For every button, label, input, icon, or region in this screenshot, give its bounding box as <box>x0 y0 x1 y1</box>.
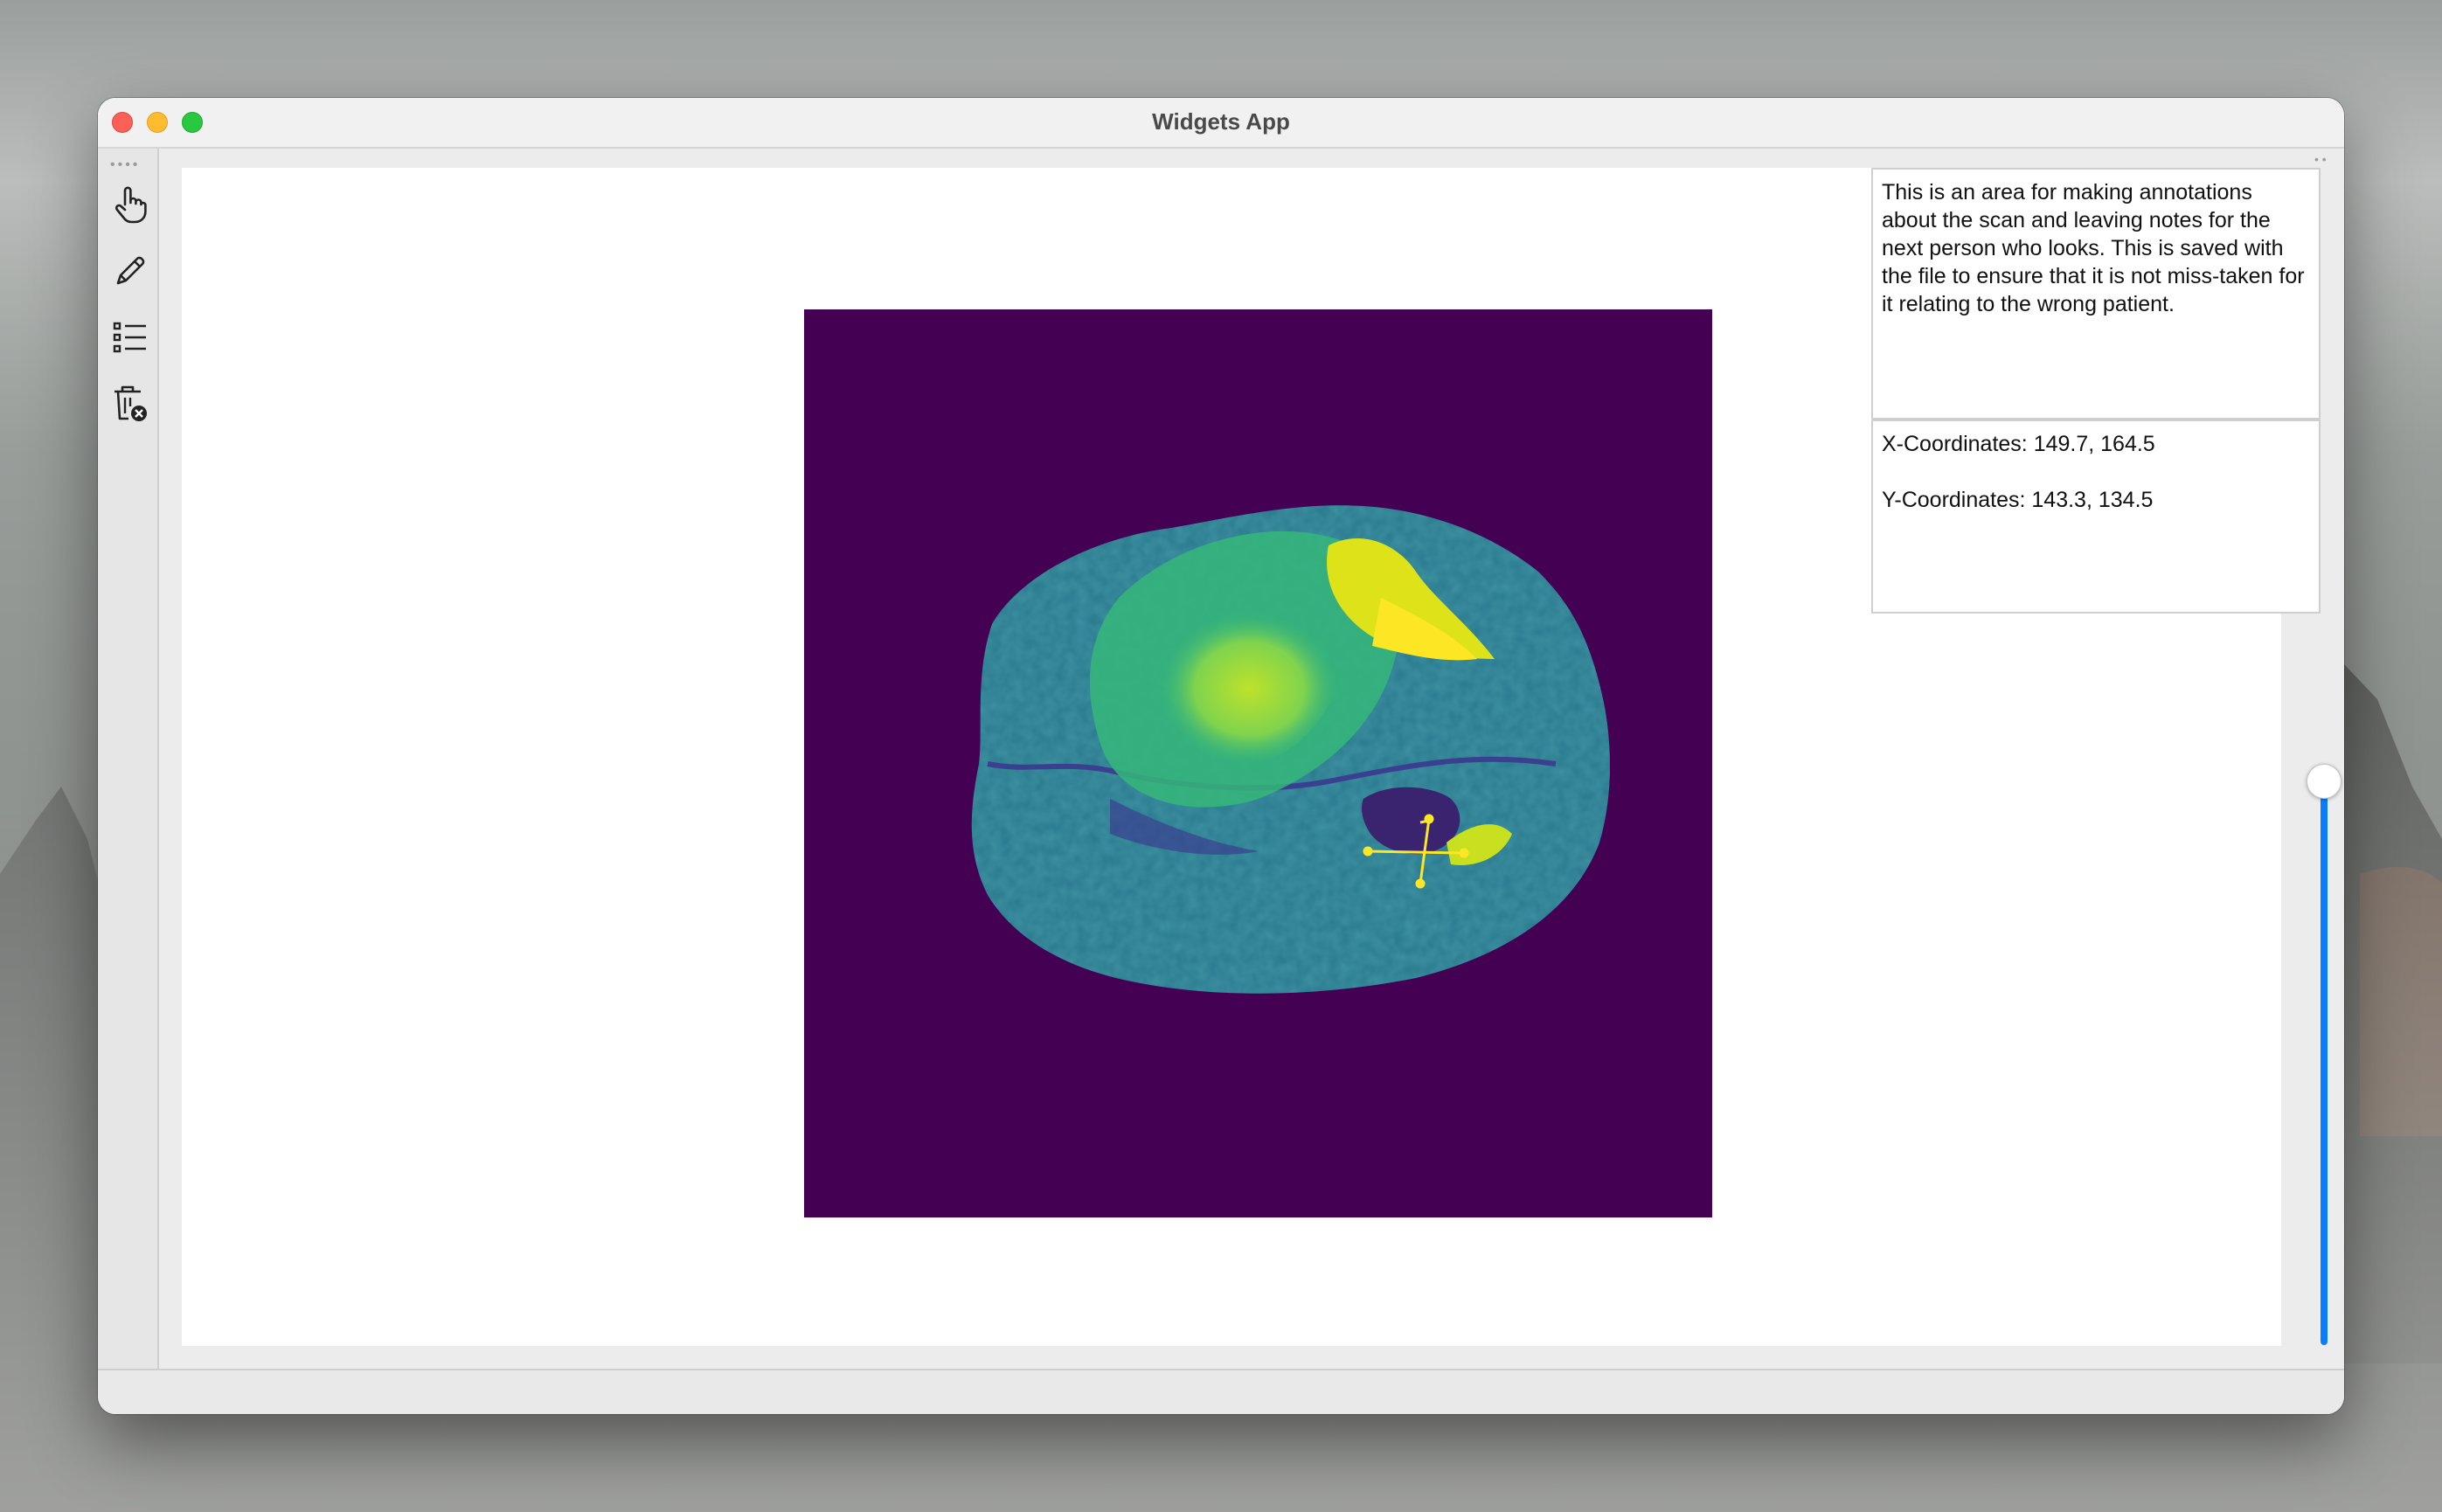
tool-sidebar: •••• <box>98 149 159 1369</box>
brain-scan-render <box>804 309 1712 1217</box>
trash-clear-icon <box>114 385 147 421</box>
window-title: Widgets App <box>1152 108 1290 135</box>
mri-scan-image[interactable] <box>804 309 1712 1217</box>
panel-resize-grip[interactable]: • • <box>2314 152 2327 166</box>
y-start-handle[interactable] <box>1424 814 1434 824</box>
pointer-tool-button[interactable] <box>111 185 149 224</box>
pen-tool-button[interactable] <box>111 252 149 290</box>
list-tool-button[interactable] <box>111 318 149 357</box>
y-coordinates-text: Y-Coordinates: 143.3, 134.5 <box>1882 488 2154 512</box>
coordinates-panel: X-Coordinates: 149.7, 164.5 Y-Coordinate… <box>1871 420 2321 614</box>
x-measure-line <box>1367 850 1465 855</box>
title-bar: Widgets App <box>98 98 2344 149</box>
x-start-handle[interactable] <box>1363 846 1373 857</box>
app-window: Widgets App •••• This is an area for mak… <box>98 98 2344 1414</box>
hand-pointer-icon <box>114 186 147 224</box>
list-icon <box>113 322 146 353</box>
annotation-notes-textarea[interactable]: This is an area for making annotations a… <box>1871 168 2321 420</box>
x-coordinates-text: X-Coordinates: 149.7, 164.5 <box>1882 432 2155 456</box>
slice-slider-fill <box>2321 786 2328 1345</box>
toolbar-grip[interactable]: •••• <box>110 157 140 173</box>
y-end-handle[interactable] <box>1415 878 1426 889</box>
x-end-handle[interactable] <box>1459 848 1469 858</box>
pencil-icon <box>116 256 145 285</box>
slice-slider-thumb[interactable] <box>2307 764 2341 799</box>
clear-tool-button[interactable] <box>111 385 149 423</box>
status-bar <box>98 1369 2344 1414</box>
